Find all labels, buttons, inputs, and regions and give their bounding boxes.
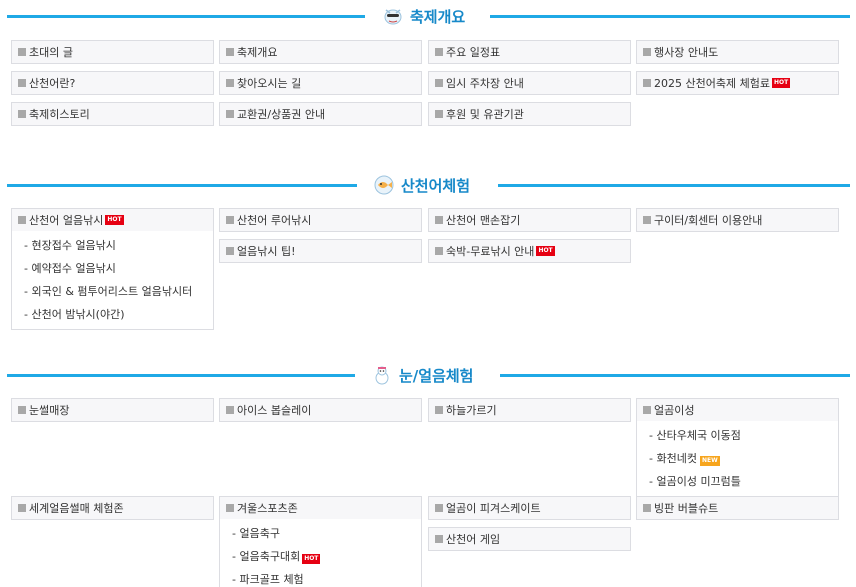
- bullet-icon: [18, 79, 26, 87]
- bullet-icon: [643, 406, 651, 414]
- bullet-icon: [435, 216, 443, 224]
- bullet-icon: [226, 48, 234, 56]
- menu-item-invitation[interactable]: 초대의 글: [11, 40, 214, 64]
- bullet-icon: [435, 79, 443, 87]
- section-title-trout-experience: 산천어체험: [373, 174, 470, 196]
- section-divider-right: [500, 374, 850, 377]
- bullet-icon: [643, 216, 651, 224]
- menu-item-bubble-suit[interactable]: 빙판 버블슈트: [636, 496, 839, 520]
- section-title-festival-overview: 축제개요: [382, 5, 465, 27]
- section-divider-left: [7, 184, 357, 187]
- bullet-icon: [643, 79, 651, 87]
- submenu-item[interactable]: - 파크골프 체험: [232, 569, 421, 587]
- menu-item-parking[interactable]: 임시 주차장 안내: [428, 71, 631, 95]
- menu-item-vouchers[interactable]: 교환권/상품권 안내: [219, 102, 422, 126]
- menu-item-ice-fishing[interactable]: 산천어 얼음낚시 HOT - 현장접수 얼음낚시 - 예약접수 얼음낚시 - 외국…: [11, 208, 214, 330]
- bullet-icon: [435, 406, 443, 414]
- menu-item-world-ice-sled-zone[interactable]: 세계얼음썰매 체험존: [11, 496, 214, 520]
- submenu-item[interactable]: - 얼곰이성 미끄럼틀: [649, 471, 838, 494]
- section-divider-left: [7, 15, 365, 18]
- submenu-item[interactable]: - 얼음축구: [232, 523, 421, 546]
- bullet-icon: [18, 110, 26, 118]
- hot-badge: HOT: [536, 246, 555, 256]
- bullet-icon: [18, 406, 26, 414]
- bullet-icon: [226, 110, 234, 118]
- submenu-item[interactable]: - 산천어 밤낚시(야간): [24, 304, 213, 327]
- menu-item-snow-sled[interactable]: 눈썰매장: [11, 398, 214, 422]
- submenu-item[interactable]: - 외국인 & 펌투어리스트 얼음낚시터: [24, 281, 213, 304]
- section-divider-right: [498, 184, 850, 187]
- menu-item-lodging-free-fishing[interactable]: 숙박-무료낚시 안내 HOT: [428, 239, 631, 263]
- bullet-icon: [226, 504, 234, 512]
- menu-item-overview[interactable]: 축제개요: [219, 40, 422, 64]
- menu-item-fishing-tips[interactable]: 얼음낚시 팁!: [219, 239, 422, 263]
- bullet-icon: [18, 504, 26, 512]
- bullet-icon: [226, 406, 234, 414]
- bullet-icon: [226, 79, 234, 87]
- bullet-icon: [226, 216, 234, 224]
- fish-icon: [373, 174, 395, 196]
- bullet-icon: [435, 535, 443, 543]
- menu-item-history[interactable]: 축제히스토리: [11, 102, 214, 126]
- snowman-icon: [371, 364, 393, 386]
- bullet-icon: [226, 247, 234, 255]
- bullet-icon: [18, 48, 26, 56]
- menu-item-lure-fishing[interactable]: 산천어 루어낚시: [219, 208, 422, 232]
- menu-item-ice-bobsleigh[interactable]: 아이스 봅슬레이: [219, 398, 422, 422]
- mascot-icon: [382, 5, 404, 27]
- section-title-text: 눈/얼음체험: [399, 366, 474, 385]
- hot-badge: HOT: [302, 554, 321, 564]
- section-title-snow-ice-experience: 눈/얼음체험: [371, 364, 473, 386]
- menu-item-trout-game[interactable]: 산천어 게임: [428, 527, 631, 551]
- menu-item-hand-catching[interactable]: 산천어 맨손잡기: [428, 208, 631, 232]
- bullet-icon: [435, 504, 443, 512]
- menu-item-schedule[interactable]: 주요 일정표: [428, 40, 631, 64]
- submenu-list: - 산타우체국 이동점 - 화천네컷 NEW - 얼곰이성 미끄럼틀: [637, 421, 838, 496]
- bullet-icon: [643, 48, 651, 56]
- submenu-item[interactable]: - 얼음축구대회 HOT: [232, 546, 421, 569]
- menu-item-sky-zipline[interactable]: 하늘가르기: [428, 398, 631, 422]
- section-divider-left: [7, 374, 355, 377]
- section-divider-right: [490, 15, 850, 18]
- menu-item-experience-fee[interactable]: 2025 산천어축제 체험료 HOT: [636, 71, 839, 95]
- menu-item-ice-bear-castle[interactable]: 얼곰이성 - 산타우체국 이동점 - 화천네컷 NEW - 얼곰이성 미끄럼틀: [636, 398, 839, 497]
- new-badge: NEW: [699, 456, 720, 466]
- submenu-item[interactable]: - 화천네컷 NEW: [649, 448, 838, 471]
- submenu-list: - 얼음축구 - 얼음축구대회 HOT - 파크골프 체험: [220, 519, 421, 587]
- bullet-icon: [643, 504, 651, 512]
- section-title-text: 축제개요: [410, 7, 466, 26]
- bullet-icon: [435, 48, 443, 56]
- menu-item-sponsors[interactable]: 후원 및 유관기관: [428, 102, 631, 126]
- menu-item-figure-skate[interactable]: 얼곰이 피겨스케이트: [428, 496, 631, 520]
- section-title-text: 산천어체험: [401, 176, 471, 195]
- submenu-list: - 현장접수 얼음낚시 - 예약접수 얼음낚시 - 외국인 & 펌투어리스트 얼…: [12, 231, 213, 329]
- bullet-icon: [18, 216, 26, 224]
- submenu-item[interactable]: - 산타우체국 이동점: [649, 425, 838, 448]
- submenu-item[interactable]: - 현장접수 얼음낚시: [24, 235, 213, 258]
- bullet-icon: [435, 247, 443, 255]
- menu-item-what-is-trout[interactable]: 산천어란?: [11, 71, 214, 95]
- hot-badge: HOT: [771, 78, 791, 88]
- submenu-item[interactable]: - 예약접수 얼음낚시: [24, 258, 213, 281]
- hot-badge: HOT: [105, 215, 124, 225]
- menu-item-directions[interactable]: 찾아오시는 길: [219, 71, 422, 95]
- menu-item-winter-sports-zone[interactable]: 겨울스포츠존 - 얼음축구 - 얼음축구대회 HOT - 파크골프 체험: [219, 496, 422, 587]
- menu-item-grill-center[interactable]: 구이터/회센터 이용안내: [636, 208, 839, 232]
- bullet-icon: [435, 110, 443, 118]
- menu-item-venue-map[interactable]: 행사장 안내도: [636, 40, 839, 64]
